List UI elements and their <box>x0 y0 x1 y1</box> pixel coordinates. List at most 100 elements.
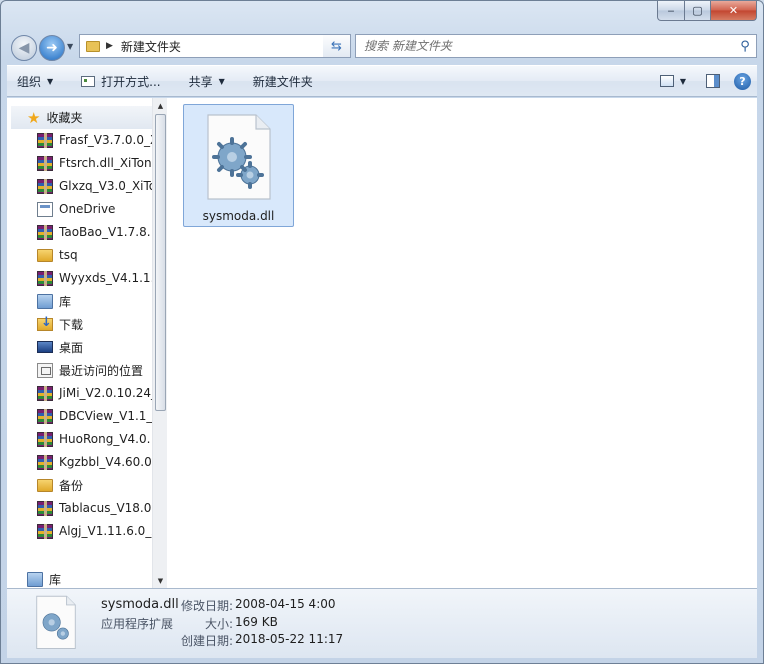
breadcrumb-current-folder[interactable]: 新建文件夹 <box>121 38 330 55</box>
scroll-thumb[interactable] <box>155 114 166 411</box>
help-icon[interactable]: ? <box>734 72 751 90</box>
view-options-dropdown[interactable]: ▼ <box>674 69 692 93</box>
file-list-area[interactable]: sysmoda.dll <box>167 98 757 588</box>
nav-item-label: 下载 <box>59 317 84 332</box>
preview-pane-icon[interactable] <box>706 74 720 88</box>
address-row: ◀ ➜ ▼ ▶ 新建文件夹 ▼ ⇆ ⚲ <box>9 33 757 61</box>
nav-item[interactable]: 最近访问的位置 <box>37 360 143 380</box>
nav-item-label: Frasf_V3.7.0.0_X <box>59 133 152 147</box>
recent-places-icon <box>37 362 53 378</box>
recent-pages-dropdown-icon[interactable]: ▼ <box>67 42 73 51</box>
nav-item[interactable]: 下载 <box>37 314 83 334</box>
folder-icon <box>37 248 53 262</box>
navigation-tree: ★ 收藏夹 Frasf_V3.7.0.0_X Ftsrch.dll_XiTon Gl… <box>7 98 152 588</box>
nav-item[interactable]: TaoBao_V1.7.8. <box>37 222 151 242</box>
details-pane: sysmoda.dll 应用程序扩展 修改日期: 2008-04-15 4:00… <box>7 588 757 658</box>
star-icon: ★ <box>27 108 41 127</box>
nav-item-label: 备份 <box>59 478 84 493</box>
change-view-icon[interactable] <box>659 75 674 87</box>
dll-gear-file-icon <box>36 595 76 649</box>
folder-icon <box>37 478 53 492</box>
archive-icon <box>37 523 53 539</box>
file-item-selected[interactable]: sysmoda.dll <box>183 104 294 227</box>
nav-item[interactable]: Kgzbbl_V4.60.0 <box>37 452 152 472</box>
nav-item[interactable]: OneDrive <box>37 199 115 219</box>
nav-item[interactable]: Ftsrch.dll_XiTon <box>37 153 152 173</box>
nav-item-label: HuoRong_V4.0. <box>59 432 151 446</box>
search-icon[interactable]: ⚲ <box>734 39 756 54</box>
nav-item[interactable]: JiMi_V2.0.10.24_ <box>37 383 152 403</box>
new-folder-button[interactable]: 新建文件夹 <box>243 69 323 93</box>
nav-item-label: Algj_V1.11.6.0_X <box>59 524 152 538</box>
maximize-button[interactable]: ▢ <box>685 1 711 21</box>
nav-item[interactable]: Glxzq_V3.0_XiTo <box>37 176 152 196</box>
back-button[interactable]: ◀ <box>11 35 37 61</box>
scroll-up-icon[interactable]: ▲ <box>153 98 168 113</box>
minimize-button[interactable]: ‒ <box>657 1 685 21</box>
nav-item[interactable]: 备份 <box>37 475 83 495</box>
nav-item-label: 最近访问的位置 <box>59 363 144 378</box>
nav-item[interactable]: Algj_V1.11.6.0_X <box>37 521 152 541</box>
size-value: 169 KB <box>235 615 278 629</box>
open-with-button[interactable]: 打开方式... <box>71 69 170 93</box>
library-icon <box>27 571 43 587</box>
library-icon <box>37 293 53 309</box>
nav-item-label: Tablacus_V18.0 <box>59 501 152 515</box>
archive-icon <box>37 178 53 194</box>
nav-item-label: Glxzq_V3.0_XiTo <box>59 179 152 193</box>
favorites-header[interactable]: ★ 收藏夹 <box>11 106 152 129</box>
open-with-icon <box>81 75 96 87</box>
nav-item-label: OneDrive <box>59 202 116 216</box>
chevron-down-icon: ▼ <box>218 76 225 86</box>
details-file-name: sysmoda.dll <box>101 597 179 612</box>
libraries-item[interactable]: 库 <box>27 569 61 588</box>
archive-icon <box>37 224 53 240</box>
favorites-label: 收藏夹 <box>46 111 83 125</box>
details-file-type: 应用程序扩展 <box>101 617 174 631</box>
nav-item[interactable]: Tablacus_V18.0 <box>37 498 151 518</box>
archive-icon <box>37 500 53 516</box>
address-bar[interactable]: ▶ 新建文件夹 ▼ <box>79 34 349 58</box>
archive-icon <box>37 155 53 171</box>
nav-scrollbar[interactable]: ▲ ▼ <box>152 98 167 588</box>
search-input[interactable] <box>356 39 734 53</box>
nav-item[interactable]: Frasf_V3.7.0.0_X <box>37 130 152 150</box>
nav-item-label: 库 <box>59 294 72 309</box>
nav-item-label: JiMi_V2.0.10.24_ <box>59 386 152 400</box>
modified-value: 2008-04-15 4:00 <box>235 597 336 611</box>
command-bar: 组织 ▼ 打开方式... 共享 ▼ 新建文件夹 ▼ ? <box>7 65 757 97</box>
nav-item[interactable]: HuoRong_V4.0. <box>37 429 150 449</box>
explorer-window: ‒ ▢ ✕ ◀ ➜ ▼ ▶ 新建文件夹 ▼ ⇆ ⚲ 组织 ▼ 打开方式... 共… <box>0 0 764 664</box>
archive-icon <box>37 132 53 148</box>
nav-item-label: TaoBao_V1.7.8. <box>59 225 151 239</box>
nav-item[interactable]: Wyyxds_V4.1.1. <box>37 268 152 288</box>
archive-icon <box>37 270 53 286</box>
breadcrumb-chevron-icon[interactable]: ▶ <box>106 41 113 51</box>
share-menu-button[interactable]: 共享 ▼ <box>179 69 235 93</box>
forward-button[interactable]: ➜ <box>39 35 65 61</box>
organize-label: 组织 <box>17 74 42 89</box>
desktop-icon <box>37 341 53 353</box>
nav-item-label: Ftsrch.dll_XiTon <box>59 156 152 170</box>
archive-icon <box>37 454 53 470</box>
close-button[interactable]: ✕ <box>711 1 757 21</box>
organize-menu-button[interactable]: 组织 ▼ <box>7 69 63 93</box>
caption-buttons: ‒ ▢ ✕ <box>657 1 757 21</box>
nav-item-label: tsq <box>59 248 78 262</box>
open-with-label: 打开方式... <box>101 74 161 89</box>
archive-icon <box>37 385 53 401</box>
scroll-down-icon[interactable]: ▼ <box>153 573 168 588</box>
archive-icon <box>37 408 53 424</box>
nav-item[interactable]: 桌面 <box>37 337 83 357</box>
nav-item[interactable]: tsq <box>37 245 78 265</box>
nav-item[interactable]: DBCView_V1.1_ <box>37 406 152 426</box>
nav-item[interactable]: 库 <box>37 291 71 311</box>
archive-icon <box>37 431 53 447</box>
refresh-button[interactable]: ⇆ <box>323 34 351 58</box>
folder-icon <box>86 40 100 52</box>
onedrive-icon <box>37 201 53 217</box>
created-value: 2018-05-22 11:17 <box>235 632 344 646</box>
dll-gear-file-icon <box>207 114 271 200</box>
modified-label: 修改日期: <box>180 599 233 613</box>
nav-item-label: Wyyxds_V4.1.1. <box>59 271 152 285</box>
